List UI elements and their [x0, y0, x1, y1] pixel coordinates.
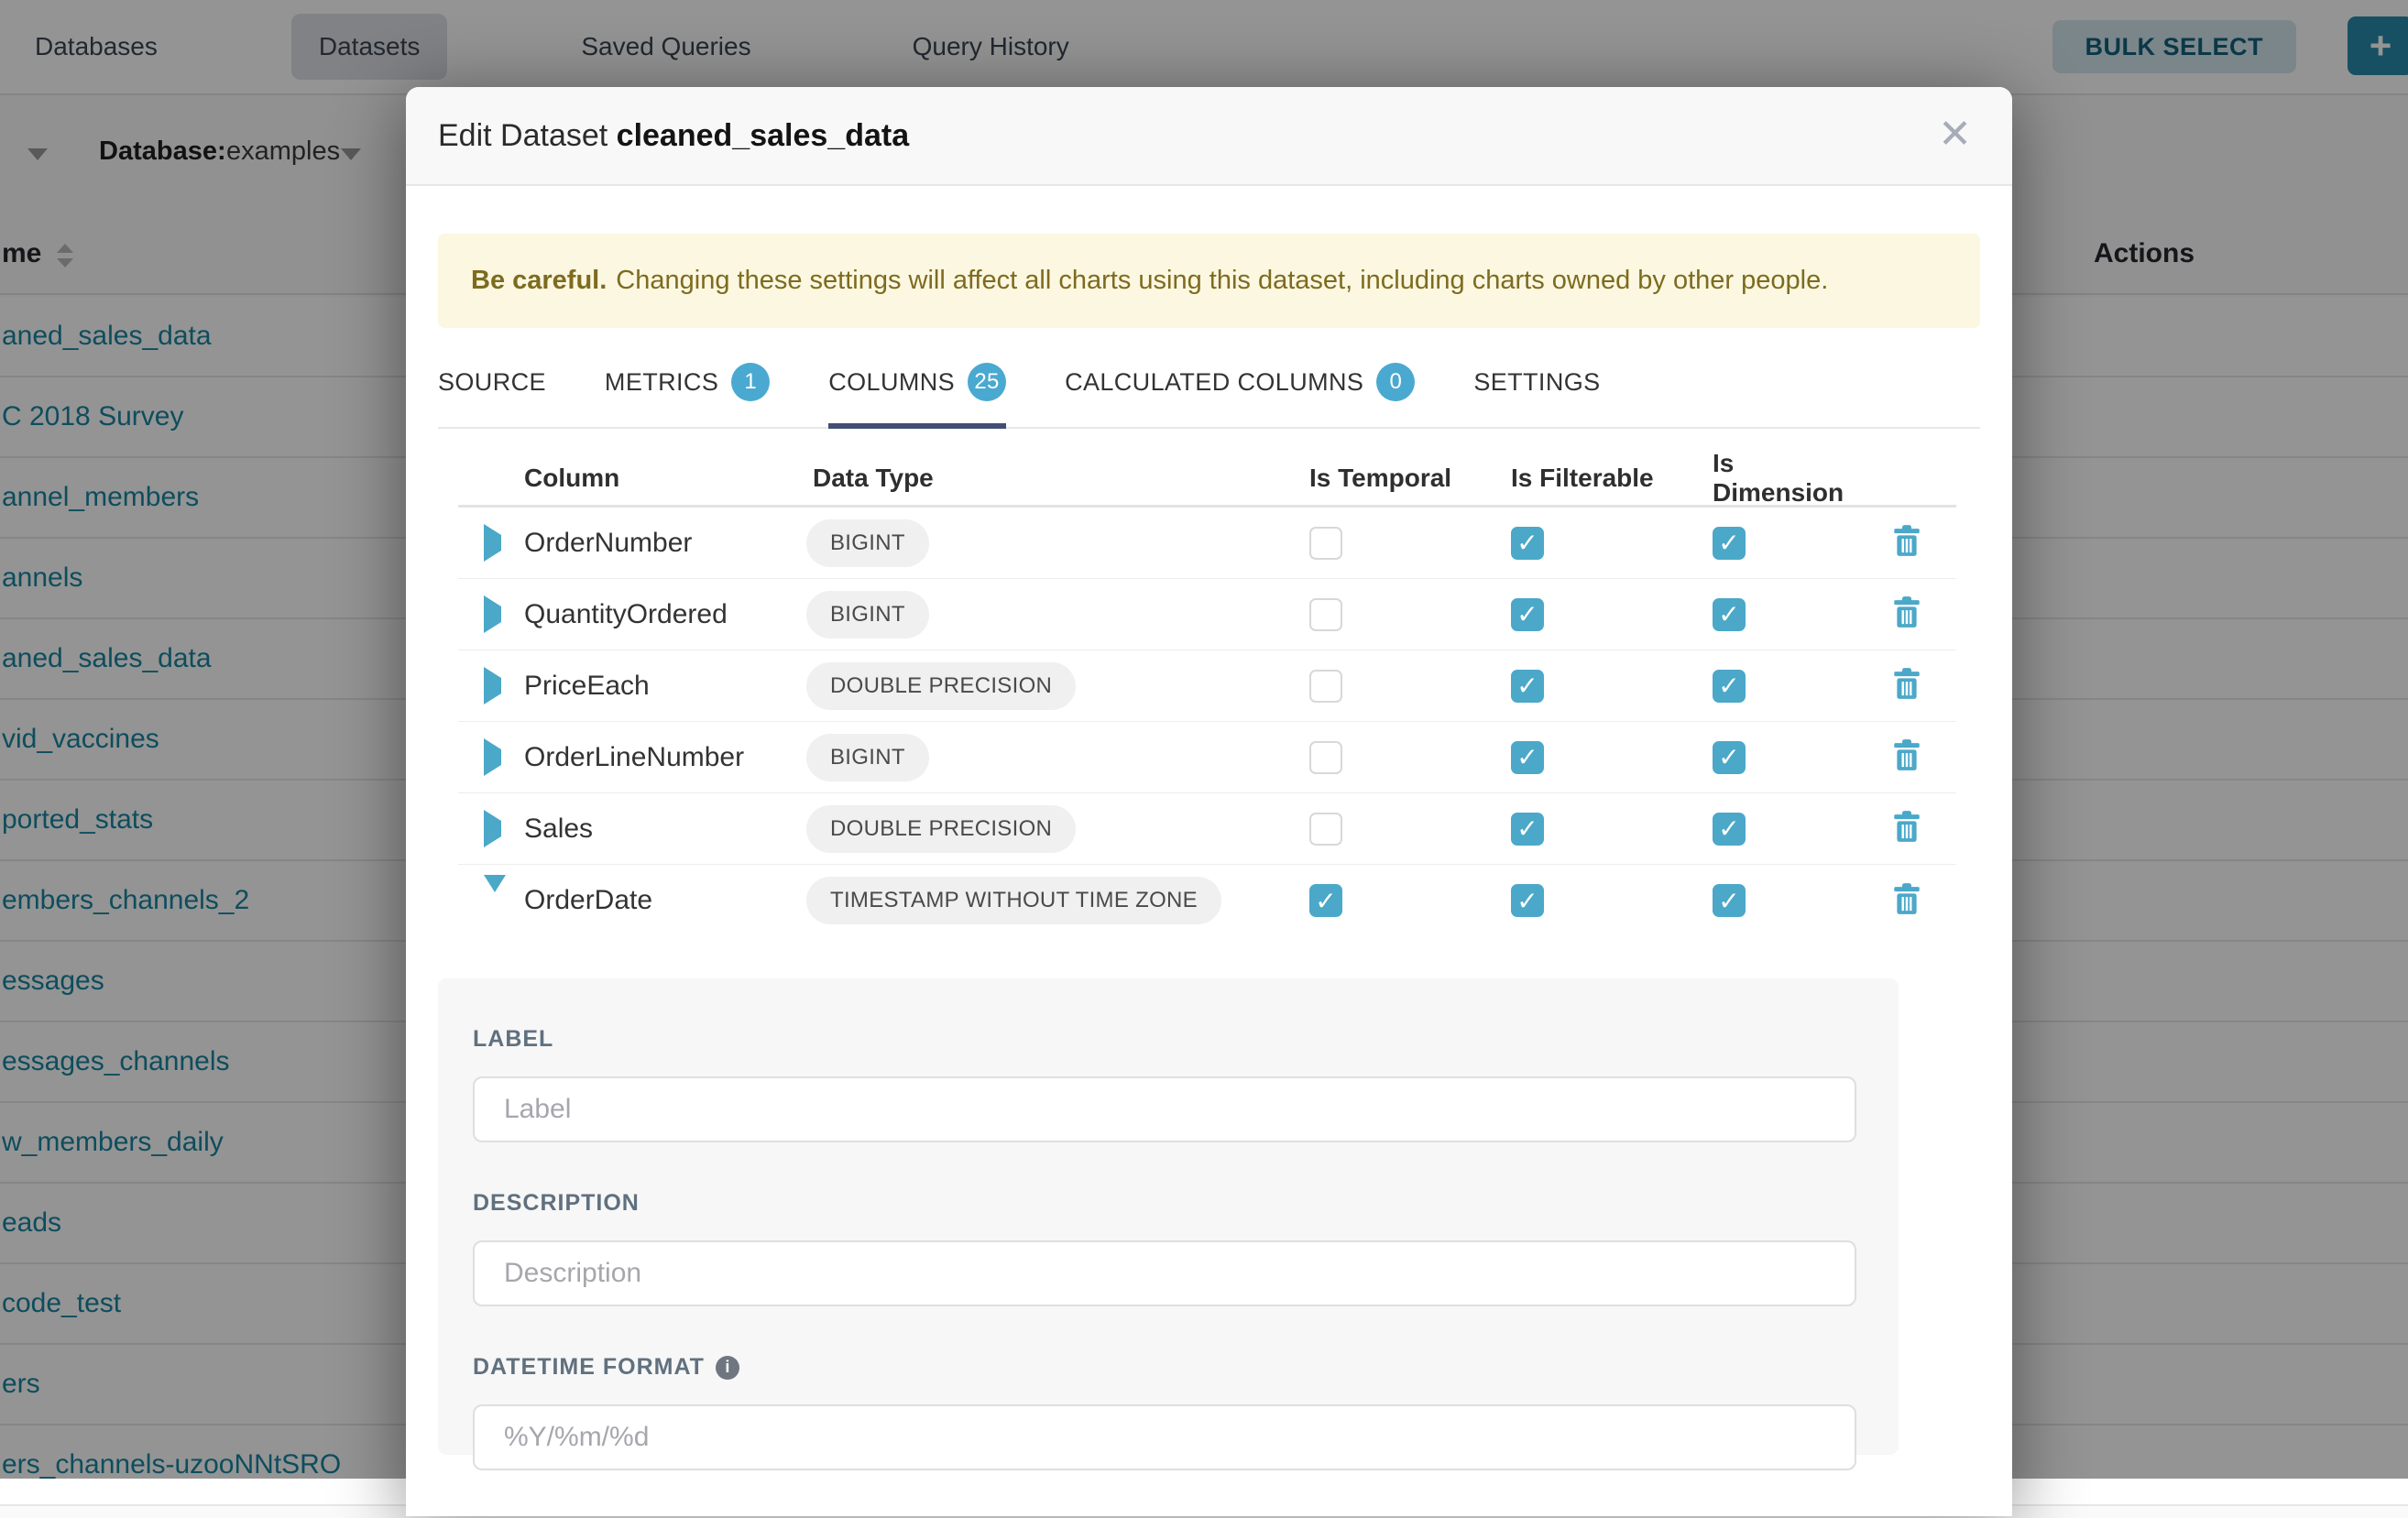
column-name: OrderDate	[524, 885, 806, 916]
is-filterable-checkbox[interactable]: ✓	[1511, 527, 1544, 560]
tab-count-badge: 1	[731, 363, 770, 401]
warning-banner-lead: Be careful.	[471, 266, 607, 296]
edit-dataset-modal: Edit Dataset cleaned_sales_data ✕ Be car…	[406, 87, 2012, 1516]
column-row: OrderNumber BIGINT ✓ ✓	[458, 508, 1956, 579]
column-name: PriceEach	[524, 671, 806, 702]
modal-title-dataset-name: cleaned_sales_data	[617, 118, 909, 153]
modal-tabs: SOURCE METRICS 1 COLUMNS 25 CALCULATED C…	[438, 350, 1980, 429]
is-dimension-checkbox[interactable]: ✓	[1713, 598, 1746, 631]
is-temporal-checkbox[interactable]	[1309, 670, 1342, 703]
modal-tab[interactable]: SETTINGS	[1473, 350, 1600, 429]
modal-tab[interactable]: SOURCE	[438, 350, 546, 429]
tab-label: METRICS	[605, 368, 718, 397]
data-type-pill: BIGINT	[806, 734, 929, 781]
is-filterable-checkbox[interactable]: ✓	[1511, 670, 1544, 703]
data-type-pill: TIMESTAMP WITHOUT TIME ZONE	[806, 877, 1221, 924]
expand-caret-icon[interactable]	[484, 810, 501, 847]
data-type-pill: BIGINT	[806, 519, 929, 567]
description-field-heading: DESCRIPTION	[473, 1190, 1899, 1217]
column-name: OrderLineNumber	[524, 742, 806, 773]
modal-title: Edit Dataset cleaned_sales_data	[438, 118, 909, 154]
info-icon[interactable]: i	[716, 1356, 739, 1380]
expand-caret-icon[interactable]	[484, 738, 501, 776]
is-dimension-checkbox[interactable]: ✓	[1713, 527, 1746, 560]
description-input[interactable]	[473, 1240, 1856, 1306]
column-name: QuantityOrdered	[524, 599, 806, 630]
column-row: PriceEach DOUBLE PRECISION ✓ ✓	[458, 650, 1956, 722]
is-temporal-checkbox[interactable]	[1309, 813, 1342, 846]
column-row: OrderLineNumber BIGINT ✓ ✓	[458, 722, 1956, 793]
label-input[interactable]	[473, 1076, 1856, 1142]
is-dimension-header: Is Dimension	[1713, 449, 1869, 508]
columns-table: Column Data Type Is Temporal Is Filterab…	[458, 449, 1956, 936]
data-type-header: Data Type	[813, 464, 1301, 493]
is-temporal-header: Is Temporal	[1309, 464, 1503, 493]
is-dimension-checkbox[interactable]: ✓	[1713, 813, 1746, 846]
delete-column-button[interactable]	[1893, 739, 1921, 770]
column-header: Column	[524, 464, 806, 493]
is-filterable-header: Is Filterable	[1511, 464, 1704, 493]
is-temporal-checkbox[interactable]	[1309, 741, 1342, 774]
column-row: OrderDate TIMESTAMP WITHOUT TIME ZONE ✓ …	[458, 865, 1956, 936]
datetime-format-input[interactable]	[473, 1404, 1856, 1470]
label-field-heading: LABEL	[473, 1026, 1899, 1053]
is-temporal-checkbox[interactable]: ✓	[1309, 884, 1342, 917]
trash-icon	[1893, 596, 1921, 628]
delete-column-button[interactable]	[1893, 811, 1921, 842]
is-filterable-checkbox[interactable]: ✓	[1511, 741, 1544, 774]
expand-caret-icon[interactable]	[484, 595, 501, 633]
expand-caret-icon[interactable]	[484, 667, 501, 704]
is-filterable-checkbox[interactable]: ✓	[1511, 884, 1544, 917]
modal-tab[interactable]: METRICS 1	[605, 350, 770, 429]
tab-label: SETTINGS	[1473, 368, 1600, 397]
is-filterable-checkbox[interactable]: ✓	[1511, 813, 1544, 846]
trash-icon	[1893, 525, 1921, 556]
modal-title-prefix: Edit Dataset	[438, 118, 607, 153]
trash-icon	[1893, 739, 1921, 770]
data-type-pill: DOUBLE PRECISION	[806, 805, 1076, 853]
expand-caret-icon[interactable]	[484, 875, 506, 908]
tab-label: CALCULATED COLUMNS	[1065, 368, 1363, 397]
column-row: Sales DOUBLE PRECISION ✓ ✓	[458, 793, 1956, 865]
is-dimension-checkbox[interactable]: ✓	[1713, 670, 1746, 703]
column-name: Sales	[524, 814, 806, 845]
is-filterable-checkbox[interactable]: ✓	[1511, 598, 1544, 631]
delete-column-button[interactable]	[1893, 525, 1921, 556]
columns-table-header: Column Data Type Is Temporal Is Filterab…	[458, 449, 1956, 508]
is-dimension-checkbox[interactable]: ✓	[1713, 884, 1746, 917]
column-name: OrderNumber	[524, 528, 806, 559]
data-type-pill: BIGINT	[806, 591, 929, 639]
column-row: QuantityOrdered BIGINT ✓ ✓	[458, 579, 1956, 650]
modal-header: Edit Dataset cleaned_sales_data ✕	[406, 87, 2012, 186]
is-temporal-checkbox[interactable]	[1309, 527, 1342, 560]
is-dimension-checkbox[interactable]: ✓	[1713, 741, 1746, 774]
tab-label: COLUMNS	[828, 368, 955, 397]
column-detail-panel: LABEL DESCRIPTION DATETIME FORMAT i	[438, 978, 1899, 1455]
delete-column-button[interactable]	[1893, 883, 1921, 914]
delete-column-button[interactable]	[1893, 596, 1921, 628]
trash-icon	[1893, 883, 1921, 914]
warning-banner-text: Changing these settings will affect all …	[616, 266, 1828, 296]
trash-icon	[1893, 668, 1921, 699]
delete-column-button[interactable]	[1893, 668, 1921, 699]
modal-tab[interactable]: CALCULATED COLUMNS 0	[1065, 350, 1415, 429]
close-icon[interactable]: ✕	[1938, 115, 1972, 155]
datetime-format-field-heading: DATETIME FORMAT i	[473, 1354, 1899, 1381]
trash-icon	[1893, 811, 1921, 842]
tab-label: SOURCE	[438, 368, 546, 397]
expand-caret-icon[interactable]	[484, 524, 501, 562]
warning-banner: Be careful. Changing these settings will…	[438, 234, 1980, 328]
data-type-pill: DOUBLE PRECISION	[806, 662, 1076, 710]
is-temporal-checkbox[interactable]	[1309, 598, 1342, 631]
tab-count-badge: 25	[968, 363, 1006, 401]
modal-tab[interactable]: COLUMNS 25	[828, 350, 1006, 429]
tab-count-badge: 0	[1376, 363, 1415, 401]
